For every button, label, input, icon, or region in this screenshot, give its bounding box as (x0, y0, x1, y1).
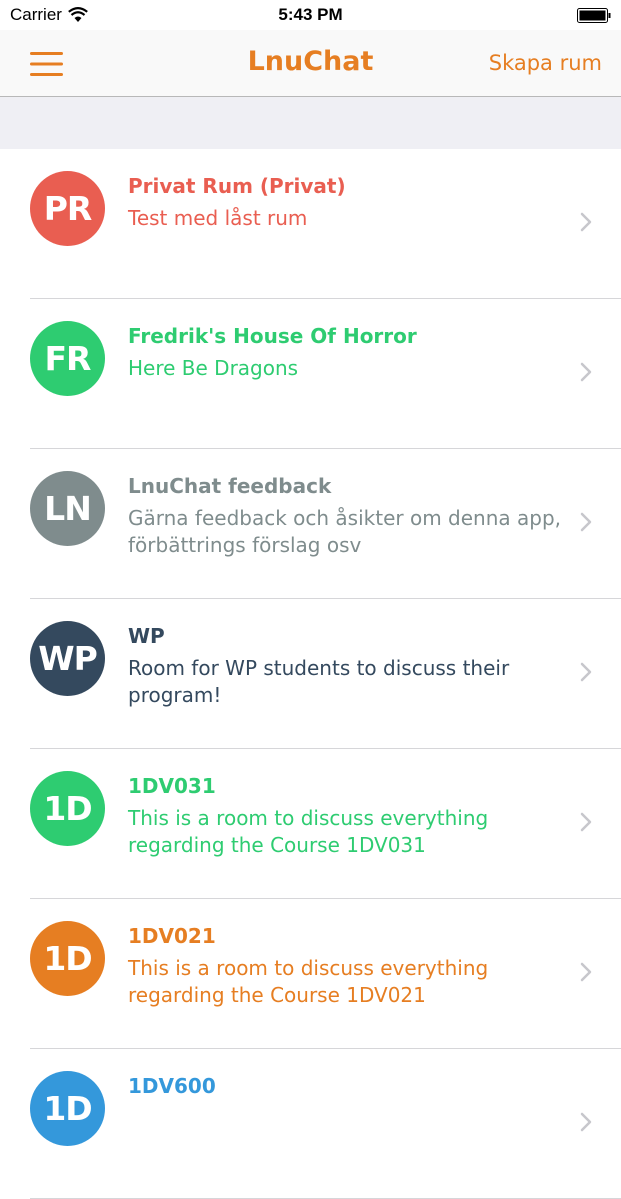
room-avatar: WP (30, 621, 105, 696)
chevron-right-icon (580, 662, 592, 682)
room-title: LnuChat feedback (128, 474, 331, 498)
create-room-button[interactable]: Skapa rum (489, 51, 602, 75)
chevron-right-icon (580, 512, 592, 532)
room-description: This is a room to discuss everything reg… (128, 955, 568, 1009)
room-description: This is a room to discuss everything reg… (128, 805, 568, 859)
section-header-spacer (0, 97, 621, 149)
room-description: Room for WP students to discuss their pr… (128, 655, 568, 709)
room-avatar: PR (30, 171, 105, 246)
room-avatar: 1D (30, 1071, 105, 1146)
room-list: PR Privat Rum (Privat) Test med låst rum FR… (0, 149, 621, 1104)
status-time: 5:43 PM (0, 5, 621, 25)
room-title: 1DV600 (128, 1074, 216, 1098)
chevron-right-icon (580, 212, 592, 232)
room-row[interactable]: 1D 1DV031 This is a room to discuss everyt… (0, 749, 621, 899)
chevron-right-icon (580, 1112, 592, 1132)
room-title: WP (128, 624, 165, 648)
room-row[interactable]: PR Privat Rum (Privat) Test med låst rum (0, 149, 621, 299)
room-row[interactable]: FR Fredrik's House Of Horror Here Be Drago… (0, 299, 621, 449)
room-avatar: 1D (30, 771, 105, 846)
battery-icon (577, 8, 611, 23)
room-description: Here Be Dragons (128, 355, 568, 382)
room-title: Privat Rum (Privat) (128, 174, 346, 198)
room-avatar: LN (30, 471, 105, 546)
status-bar: Carrier 5:43 PM (0, 0, 621, 30)
room-avatar: FR (30, 321, 105, 396)
room-title: Fredrik's House Of Horror (128, 324, 417, 348)
chevron-right-icon (580, 812, 592, 832)
room-description: Test med låst rum (128, 205, 568, 232)
room-avatar: 1D (30, 921, 105, 996)
chevron-right-icon (580, 362, 592, 382)
chevron-right-icon (580, 962, 592, 982)
room-row[interactable]: 1D 1DV600 (0, 1049, 621, 1199)
room-row[interactable]: 1D 1DV021 This is a room to discuss everyt… (0, 899, 621, 1049)
room-description: Gärna feedback och åsikter om denna app,… (128, 505, 568, 559)
room-title: 1DV031 (128, 774, 216, 798)
navigation-bar: LnuChat Skapa rum (0, 30, 621, 97)
room-row[interactable]: LN LnuChat feedback Gärna feedback och åsi… (0, 449, 621, 599)
room-row[interactable]: WP WP Room for WP students to discuss thei… (0, 599, 621, 749)
room-title: 1DV021 (128, 924, 216, 948)
